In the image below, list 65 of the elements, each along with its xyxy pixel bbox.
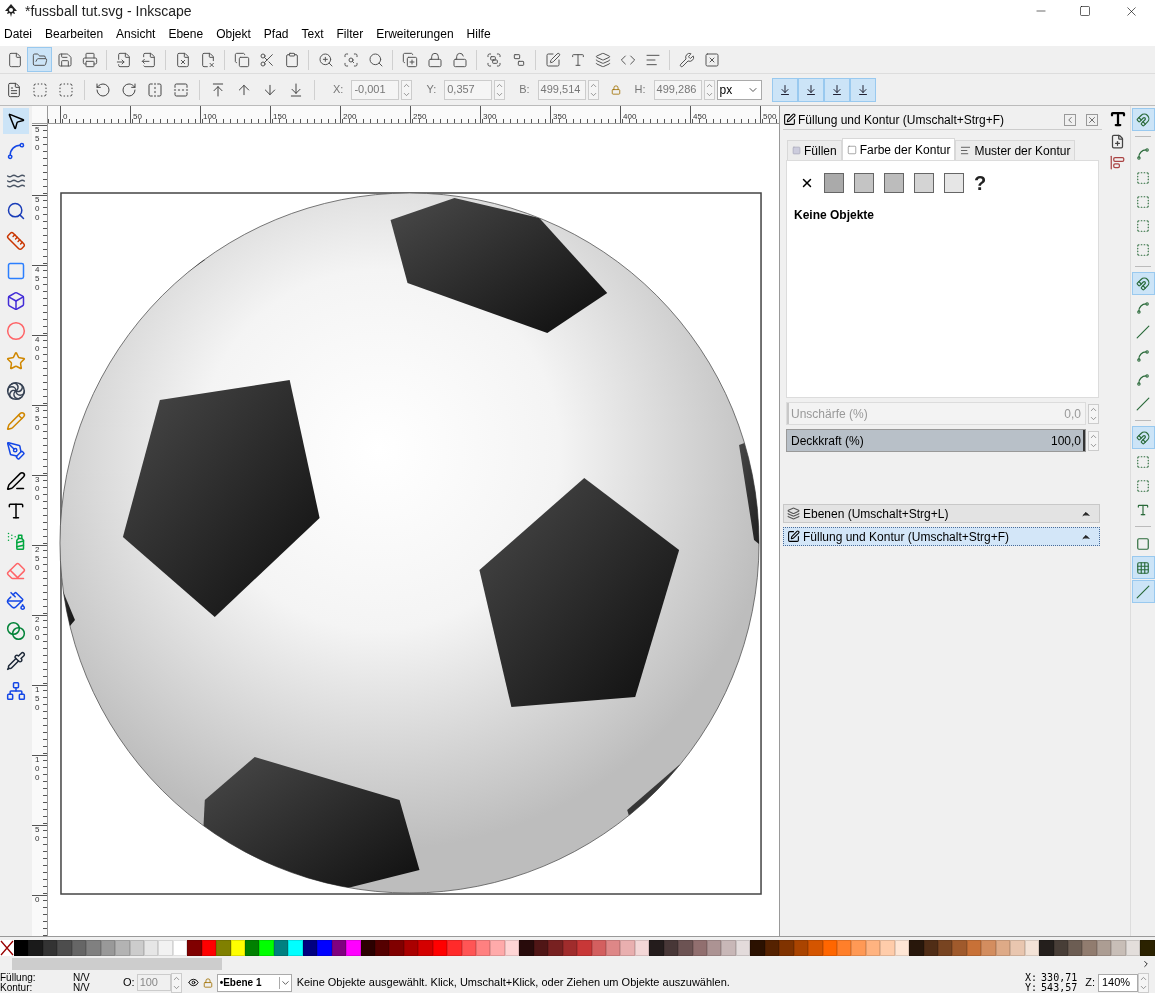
menu-item[interactable]: Bearbeiten: [45, 25, 104, 43]
ruler-label: 300: [35, 476, 41, 503]
slider-value: 100,0: [1050, 432, 1081, 450]
ruler-label: 200: [342, 112, 357, 121]
status-message: Keine Objekte: [794, 207, 876, 224]
menu-item[interactable]: Text: [301, 25, 324, 43]
ruler-label: 50: [35, 826, 41, 844]
status-message: Keine Objekte ausgewählt. Klick, Umschalt+Klick, oder Ziehen um Objekte auszuwählen.: [296, 975, 730, 991]
field-label: H:: [634, 82, 646, 98]
tab[interactable]: Füllen: [787, 140, 842, 160]
ruler-label: 200: [35, 616, 41, 643]
ruler-label: 100: [35, 756, 41, 783]
menu-item[interactable]: Objekt: [216, 25, 251, 43]
menu-item[interactable]: Erweiterungen: [376, 25, 454, 43]
stroke-value: N/V: [73, 982, 90, 993]
ruler-label: 250: [35, 546, 41, 573]
zoom-field[interactable]: 140%: [1098, 973, 1138, 992]
field-label: X:: [333, 82, 344, 98]
opacity-label: O:: [123, 975, 135, 991]
ruler-label: 450: [692, 112, 707, 121]
tab[interactable]: Farbe der Kontur: [841, 138, 956, 160]
menu-item[interactable]: Ansicht: [116, 25, 156, 43]
ruler-label: 500: [35, 196, 41, 223]
ruler-label: 0: [62, 112, 68, 121]
ruler-label: 0: [35, 896, 41, 905]
ruler-label: 150: [272, 112, 287, 121]
ruler-label: 400: [35, 336, 41, 363]
ruler-label: 50: [132, 112, 142, 121]
panel-title: Füllung und Kontur (Umschalt+Strg+F): [798, 111, 1005, 129]
menu-item[interactable]: Pfad: [263, 25, 289, 43]
slider-label: Deckkraft (%): [791, 432, 864, 450]
tab[interactable]: Muster der Kontur: [955, 140, 1076, 160]
field-label: Y:: [426, 82, 437, 98]
unset-paint-button[interactable]: ?: [974, 173, 987, 193]
ruler-label: 550: [35, 126, 41, 153]
window-title: *fussball tut.svg - Inkscape: [25, 1, 192, 21]
zoom-label: Z:: [1085, 975, 1095, 991]
stroke-label: Kontur:: [0, 982, 33, 993]
menu-item[interactable]: Ebene: [168, 25, 204, 43]
slider-value: 0,0: [1064, 405, 1081, 423]
slider-label: Unschärfe (%): [791, 405, 868, 423]
menu-item[interactable]: Hilfe: [466, 25, 491, 43]
ruler-label: 100: [202, 112, 217, 121]
ruler-label: 150: [35, 686, 41, 713]
ruler-label: 500: [762, 112, 777, 121]
unit-dropdown[interactable]: px: [716, 79, 762, 100]
fill-label: Füllung:: [0, 972, 37, 983]
field-label: B:: [519, 82, 530, 98]
ruler-label: 400: [622, 112, 637, 121]
slider-track[interactable]: Deckkraft (%) 100,0: [786, 429, 1086, 452]
cursor-x-value: 330,71: [1041, 972, 1078, 983]
ruler-label: 450: [35, 266, 41, 293]
cursor-x-label: X:: [1025, 972, 1038, 983]
ruler-label: 350: [35, 406, 41, 433]
ruler-label: 300: [482, 112, 497, 121]
cursor-y-value: 543,57: [1041, 982, 1078, 993]
cursor-y-label: Y:: [1025, 982, 1038, 993]
menu-item[interactable]: Datei: [4, 25, 32, 43]
ruler-label: 250: [412, 112, 427, 121]
layer-dropdown[interactable]: •Ebene 1: [216, 973, 292, 992]
menu-item[interactable]: Filter: [336, 25, 364, 43]
dock-tab[interactable]: Ebenen (Umschalt+Strg+L): [783, 504, 1100, 523]
ruler-label: 350: [552, 112, 567, 121]
fill-value: N/V: [73, 972, 90, 983]
dock-tab[interactable]: Füllung und Kontur (Umschalt+Strg+F): [783, 527, 1100, 546]
